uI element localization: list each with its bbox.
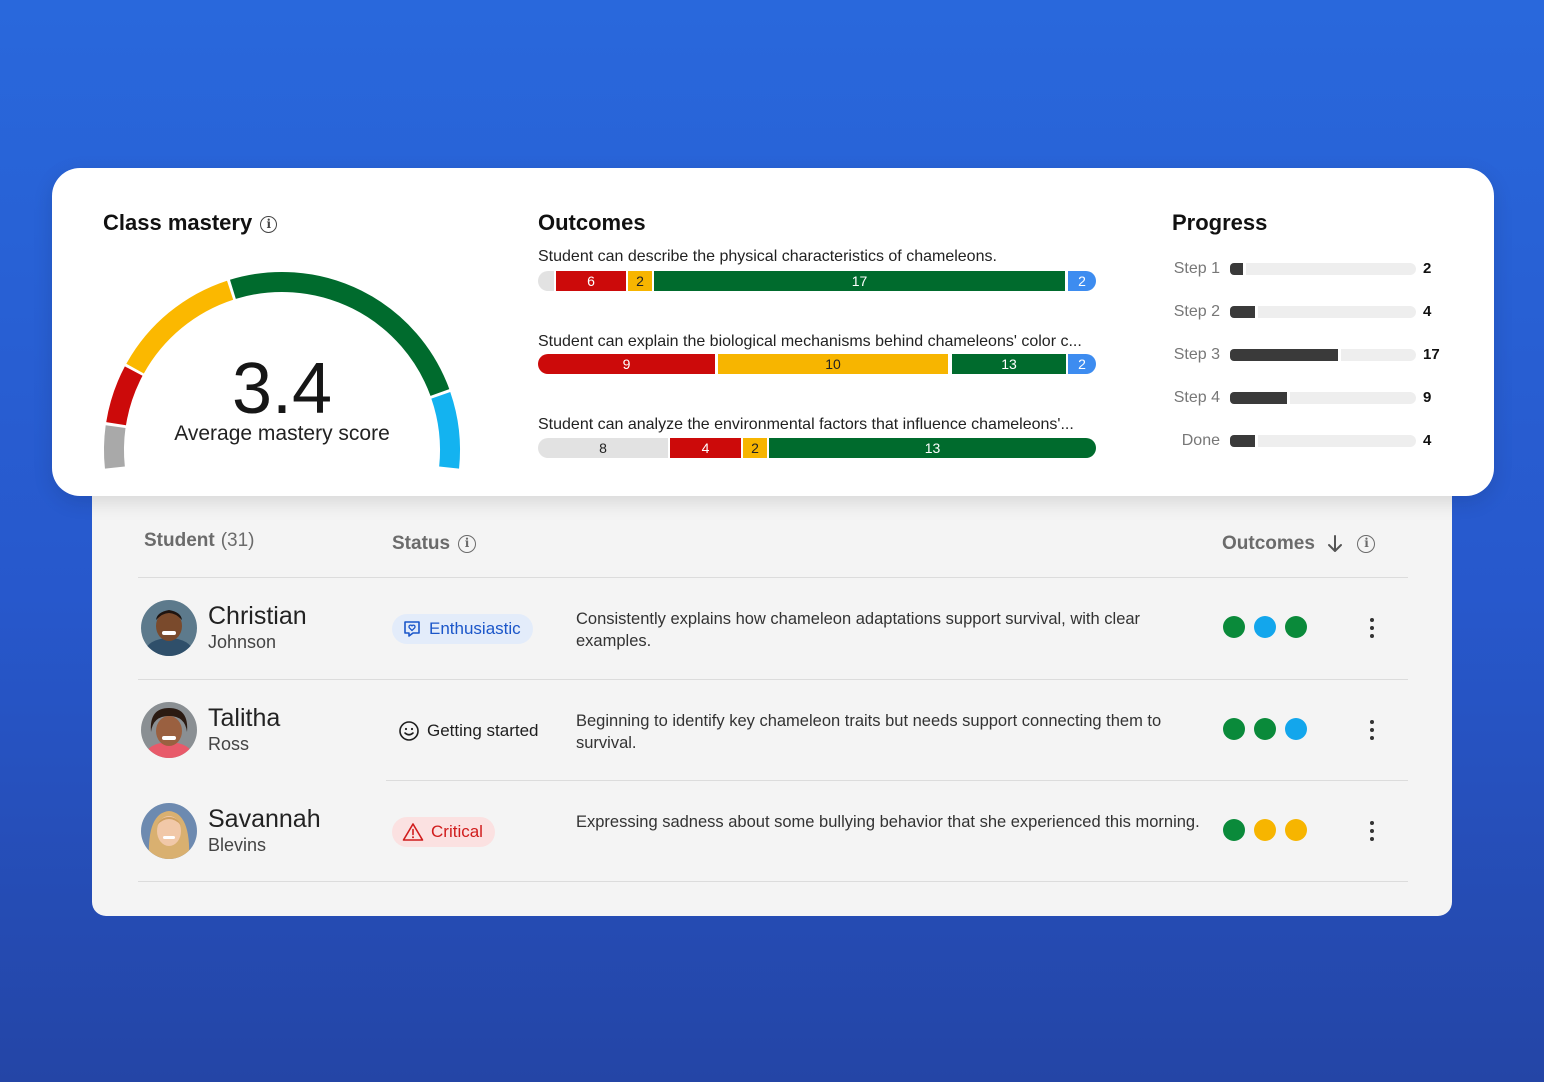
progress-track bbox=[1230, 306, 1416, 318]
progress-track bbox=[1230, 263, 1416, 275]
outcome-segment[interactable] bbox=[538, 271, 554, 291]
student-first-name[interactable]: Savannah bbox=[208, 805, 321, 834]
progress-remaining bbox=[1341, 349, 1416, 361]
avatar bbox=[141, 600, 197, 656]
info-icon[interactable]: i bbox=[458, 534, 477, 553]
info-icon[interactable]: i bbox=[260, 215, 278, 233]
outcome-segment[interactable]: 2 bbox=[1068, 271, 1096, 291]
progress-step-value: 17 bbox=[1423, 346, 1440, 363]
outcome-segment[interactable]: 2 bbox=[743, 438, 767, 458]
table-row[interactable]: Talitha Ross Getting started Beginning t… bbox=[138, 680, 1408, 780]
outcome-dot bbox=[1285, 616, 1307, 638]
progress-step-value: 4 bbox=[1423, 303, 1432, 320]
outcome-segment[interactable]: 2 bbox=[628, 271, 652, 291]
divider bbox=[138, 881, 1408, 882]
info-icon[interactable]: i bbox=[1357, 534, 1376, 553]
outcome-segment[interactable]: 8 bbox=[538, 438, 668, 458]
heart-chat-icon bbox=[404, 621, 420, 637]
status-badge[interactable]: Getting started bbox=[392, 716, 551, 746]
student-note: Beginning to identify key chameleon trai… bbox=[576, 712, 1162, 752]
progress-step-value: 4 bbox=[1423, 432, 1432, 449]
progress-remaining bbox=[1290, 392, 1416, 404]
avatar bbox=[141, 803, 197, 859]
smiley-icon bbox=[399, 721, 419, 741]
progress-step-value: 9 bbox=[1423, 389, 1432, 406]
progress-step-label: Step 3 bbox=[1173, 346, 1220, 363]
student-first-name[interactable]: Christian bbox=[208, 602, 307, 631]
student-table: Student (31) Status i Outcomes i Christian… bbox=[92, 470, 1452, 916]
progress-track bbox=[1230, 349, 1416, 361]
student-note: Consistently explains how chameleon adap… bbox=[576, 610, 1141, 650]
outcome-dot bbox=[1285, 718, 1307, 740]
outcome-dot bbox=[1254, 718, 1276, 740]
more-options-icon[interactable] bbox=[1360, 817, 1384, 845]
student-last-name: Blevins bbox=[208, 835, 267, 855]
gauge-band-red bbox=[106, 366, 143, 426]
progress-track bbox=[1230, 435, 1416, 447]
progress-remaining bbox=[1246, 263, 1416, 275]
outcome-segment[interactable]: 17 bbox=[654, 271, 1065, 291]
progress-remaining bbox=[1258, 435, 1416, 447]
outcome-segment[interactable]: 13 bbox=[769, 438, 1096, 458]
gauge-band-blue bbox=[431, 392, 460, 469]
progress-step-label: Done bbox=[1181, 432, 1220, 449]
student-count: (31) bbox=[220, 530, 255, 551]
more-options-icon[interactable] bbox=[1360, 716, 1384, 744]
class-summary-card: Class mastery i 3.4 Average mastery score… bbox=[52, 168, 1494, 496]
student-column-header[interactable]: Student (31) bbox=[144, 530, 255, 552]
outcome-label[interactable]: Student can explain the biological mecha… bbox=[538, 333, 1082, 351]
student-last-name: Ross bbox=[208, 734, 250, 754]
avatar bbox=[141, 702, 197, 758]
outcomes-column-header[interactable]: Outcomes i bbox=[1222, 533, 1376, 555]
outcomes-title: Outcomes bbox=[538, 210, 646, 235]
more-options-icon[interactable] bbox=[1360, 614, 1384, 642]
outcome-bar[interactable]: 6 2 17 2 bbox=[538, 271, 1096, 291]
outcome-dot bbox=[1254, 616, 1276, 638]
average-mastery-score: 3.4 bbox=[231, 349, 333, 429]
progress-step-label: Step 4 bbox=[1173, 389, 1220, 406]
outcome-dot bbox=[1223, 819, 1245, 841]
outcome-dot bbox=[1223, 718, 1245, 740]
gauge-band-gray bbox=[103, 425, 126, 469]
outcome-segment[interactable]: 2 bbox=[1068, 354, 1096, 374]
student-last-name: Johnson bbox=[208, 632, 277, 652]
outcome-bar[interactable]: 9 10 13 2 bbox=[538, 354, 1096, 374]
table-row[interactable]: Christian Johnson Enthusiastic Consisten… bbox=[138, 578, 1408, 678]
outcome-dots bbox=[1223, 819, 1307, 841]
outcome-dot bbox=[1285, 819, 1307, 841]
class-mastery-title: Class mastery i bbox=[103, 210, 278, 236]
warning-icon bbox=[402, 823, 424, 841]
outcome-segment[interactable]: 10 bbox=[718, 354, 948, 374]
average-mastery-label: Average mastery score bbox=[174, 422, 390, 445]
progress-remaining bbox=[1258, 306, 1416, 318]
status-badge[interactable]: Enthusiastic bbox=[392, 614, 533, 644]
progress-fill bbox=[1230, 392, 1287, 404]
student-note: Expressing sadness about some bullying b… bbox=[576, 813, 1200, 831]
outcome-segment[interactable]: 9 bbox=[538, 354, 715, 374]
progress-title: Progress bbox=[1172, 210, 1268, 235]
progress-fill bbox=[1230, 435, 1255, 447]
progress-track bbox=[1230, 392, 1416, 404]
student-first-name[interactable]: Talitha bbox=[208, 704, 280, 733]
outcome-label[interactable]: Student can analyze the environmental fa… bbox=[538, 416, 1074, 434]
outcome-dots bbox=[1223, 616, 1307, 638]
outcome-dot bbox=[1223, 616, 1245, 638]
progress-step-label: Step 1 bbox=[1173, 260, 1220, 277]
sort-arrow-down-icon[interactable] bbox=[1326, 534, 1344, 554]
status-badge[interactable]: Critical bbox=[392, 817, 495, 847]
outcome-dots bbox=[1223, 718, 1307, 740]
outcome-segment[interactable]: 4 bbox=[670, 438, 741, 458]
table-row[interactable]: Savannah Blevins Critical Expressing sad… bbox=[138, 781, 1408, 881]
outcome-segment[interactable]: 13 bbox=[952, 354, 1066, 374]
progress-step-value: 2 bbox=[1423, 260, 1432, 277]
progress-step-label: Step 2 bbox=[1173, 303, 1220, 320]
progress-fill bbox=[1230, 349, 1338, 361]
outcome-dot bbox=[1254, 819, 1276, 841]
progress-fill bbox=[1230, 306, 1255, 318]
outcome-label[interactable]: Student can describe the physical charac… bbox=[538, 248, 997, 266]
status-column-header[interactable]: Status i bbox=[392, 533, 477, 555]
outcome-segment[interactable]: 6 bbox=[556, 271, 626, 291]
progress-fill bbox=[1230, 263, 1243, 275]
outcome-bar[interactable]: 8 4 2 13 bbox=[538, 438, 1096, 458]
